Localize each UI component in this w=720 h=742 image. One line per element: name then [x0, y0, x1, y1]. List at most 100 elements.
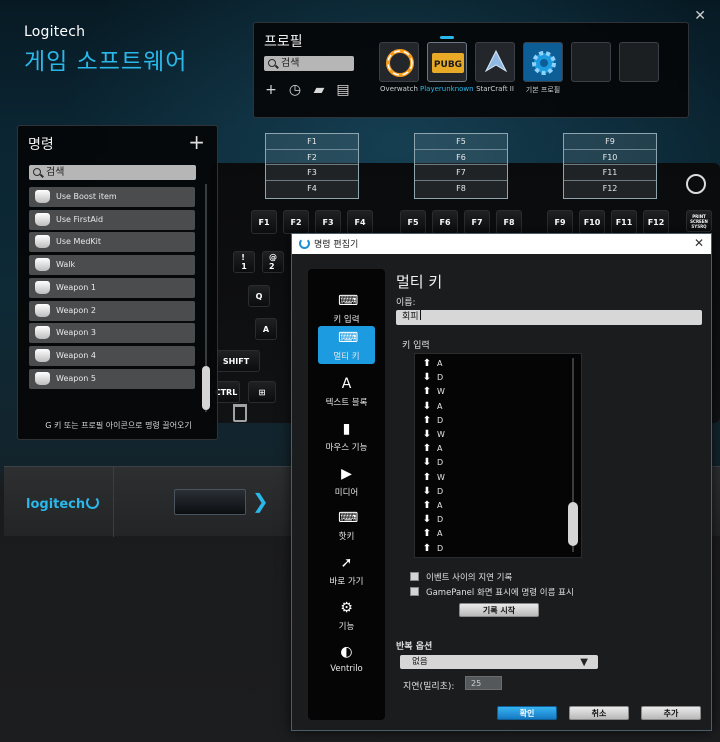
chevron-right-icon[interactable]: ❯: [252, 489, 269, 513]
keystroke-event[interactable]: ⬆ D: [422, 543, 443, 555]
keystroke-event[interactable]: ⬇ W: [422, 429, 445, 441]
gamepanel-checkbox[interactable]: [410, 587, 419, 596]
keycap-icon: [35, 348, 50, 362]
keystroke-event[interactable]: ⬆ D: [422, 415, 443, 427]
gkey-slot[interactable]: F7: [415, 165, 507, 181]
key-f6[interactable]: F6: [432, 210, 458, 234]
profile-slot-overwatch[interactable]: [379, 42, 419, 82]
command-type-ventrilo[interactable]: ◐ Ventrilo: [308, 640, 385, 680]
gamepanel-checkbox-row[interactable]: GamePanel 화면 표시에 명령 이름 표시: [410, 586, 574, 598]
key-f7[interactable]: F7: [464, 210, 490, 234]
key-a[interactable]: A: [255, 318, 277, 340]
command-type-text-block[interactable]: A 텍스트 블록: [308, 372, 385, 412]
keystroke-event[interactable]: ⬆ W: [422, 472, 445, 484]
record-delay-checkbox[interactable]: [410, 572, 419, 581]
start-recording-button[interactable]: 기록 시작: [459, 603, 539, 617]
profile-slot-pubg[interactable]: PUBG: [427, 42, 467, 82]
ok-button[interactable]: 확인: [497, 706, 557, 720]
gkey-slot[interactable]: F1: [266, 134, 358, 150]
gkey-slot[interactable]: F12: [564, 181, 656, 197]
keystroke-event[interactable]: ⬆ A: [422, 500, 443, 512]
add-command-button[interactable]: +: [188, 132, 205, 152]
gkey-slot[interactable]: F6: [415, 150, 507, 165]
dialog-title: 명령 편집기: [314, 240, 359, 250]
gkey-slot[interactable]: F11: [564, 165, 656, 181]
command-item[interactable]: Weapon 2: [29, 300, 195, 321]
gkey-slot[interactable]: F3: [266, 165, 358, 181]
key-f2[interactable]: F2: [283, 210, 309, 234]
profile-slot-starcraft[interactable]: [475, 42, 515, 82]
command-type-multikey[interactable]: ⌨ 멀티 키: [318, 326, 375, 364]
key-f1[interactable]: F1: [251, 210, 277, 234]
key-f8[interactable]: F8: [496, 210, 522, 234]
key-f10[interactable]: F10: [579, 210, 605, 234]
command-type-play[interactable]: ▶ 미디어: [308, 462, 385, 502]
command-item[interactable]: Use Boost item: [29, 187, 195, 207]
command-search-input[interactable]: 검색: [29, 165, 196, 180]
profile-search-input[interactable]: 검색: [264, 56, 354, 71]
keystroke-list-scrollbar[interactable]: [568, 358, 578, 552]
keystroke-event[interactable]: ⬇ D: [422, 486, 443, 498]
keystroke-event[interactable]: ⬇ D: [422, 372, 443, 384]
keystroke-event[interactable]: ⬇ A: [422, 401, 443, 413]
add-profile-icon[interactable]: +: [264, 83, 278, 97]
keystroke-event[interactable]: ⬆ A: [422, 528, 443, 540]
profile-slot-empty-2[interactable]: [619, 42, 659, 82]
clock-icon[interactable]: ◷: [288, 83, 302, 97]
command-type-mouse[interactable]: ▮ 마우스 기능: [308, 417, 385, 457]
gkey-slot[interactable]: F9: [564, 134, 656, 150]
keystroke-list[interactable]: ⬆ A ⬇ D ⬆ W ⬇ A ⬆ D ⬇ W ⬆ A ⬇ D ⬆ W ⬇ D ⬆ A ⬇ D ⬆ A ⬆ D: [414, 353, 582, 558]
command-list-scrollbar[interactable]: [202, 184, 210, 412]
scroll-thumb[interactable]: [568, 502, 578, 546]
print-screen-key[interactable]: PRINT SCREEN SYSRQ: [686, 210, 712, 232]
cancel-button[interactable]: 취소: [569, 706, 629, 720]
arrow-up-icon: ⬆: [422, 358, 432, 369]
command-type-keycap[interactable]: ⌨ 키 입력: [308, 289, 385, 329]
gkey-slot[interactable]: F4: [266, 181, 358, 197]
trash-icon[interactable]: [233, 404, 247, 422]
key-f11[interactable]: F11: [611, 210, 637, 234]
key-2[interactable]: @2: [262, 251, 284, 273]
repeat-options-select[interactable]: 없음 ▼: [400, 655, 598, 669]
keyboard-device-thumbnail[interactable]: [174, 489, 246, 515]
key-windows[interactable]: ⊞: [248, 381, 276, 403]
key-f4[interactable]: F4: [347, 210, 373, 234]
profile-slot-empty-1[interactable]: [571, 42, 611, 82]
printer-icon[interactable]: ▤: [336, 83, 350, 97]
key-f9[interactable]: F9: [547, 210, 573, 234]
command-item[interactable]: Weapon 5: [29, 368, 195, 389]
keystroke-event[interactable]: ⬇ D: [422, 514, 443, 526]
key-f5[interactable]: F5: [400, 210, 426, 234]
dialog-close-button[interactable]: ✕: [694, 236, 704, 250]
key-1[interactable]: ! 1: [233, 251, 255, 273]
keystroke-event[interactable]: ⬆ A: [422, 358, 443, 370]
folder-icon[interactable]: ▰: [312, 83, 326, 97]
command-item[interactable]: Use MedKit: [29, 232, 195, 253]
gkey-slot[interactable]: F10: [564, 150, 656, 165]
scroll-thumb[interactable]: [202, 366, 210, 410]
command-item[interactable]: Weapon 4: [29, 345, 195, 366]
command-type-function-gear[interactable]: ⚙ 기능: [308, 596, 385, 636]
gkey-slot[interactable]: F8: [415, 181, 507, 197]
gkey-slot[interactable]: F2: [266, 150, 358, 165]
window-close-button[interactable]: ✕: [694, 8, 706, 24]
keystroke-event[interactable]: ⬆ A: [422, 443, 443, 455]
profile-slot-default[interactable]: [523, 42, 563, 82]
command-item[interactable]: Weapon 3: [29, 323, 195, 344]
record-delay-checkbox-row[interactable]: 이벤트 사이의 지연 기록: [410, 571, 512, 583]
key-f3[interactable]: F3: [315, 210, 341, 234]
gkey-slot[interactable]: F5: [415, 134, 507, 150]
keystroke-event[interactable]: ⬇ D: [422, 457, 443, 469]
command-item[interactable]: Weapon 1: [29, 277, 195, 298]
keystroke-event[interactable]: ⬆ W: [422, 386, 445, 398]
key-shift[interactable]: SHIFT: [212, 350, 260, 372]
key-f12[interactable]: F12: [643, 210, 669, 234]
command-item[interactable]: Walk: [29, 255, 195, 276]
name-input[interactable]: 회피: [396, 310, 702, 325]
add-button[interactable]: 추가: [641, 706, 701, 720]
delay-input[interactable]: 25: [465, 676, 502, 690]
key-q[interactable]: Q: [248, 285, 270, 307]
command-type-hotkey[interactable]: ⌨ 핫키: [308, 506, 385, 546]
command-item[interactable]: Use FirstAid: [29, 209, 195, 230]
command-type-shortcut-arrow[interactable]: ➚ 바로 가기: [308, 551, 385, 591]
